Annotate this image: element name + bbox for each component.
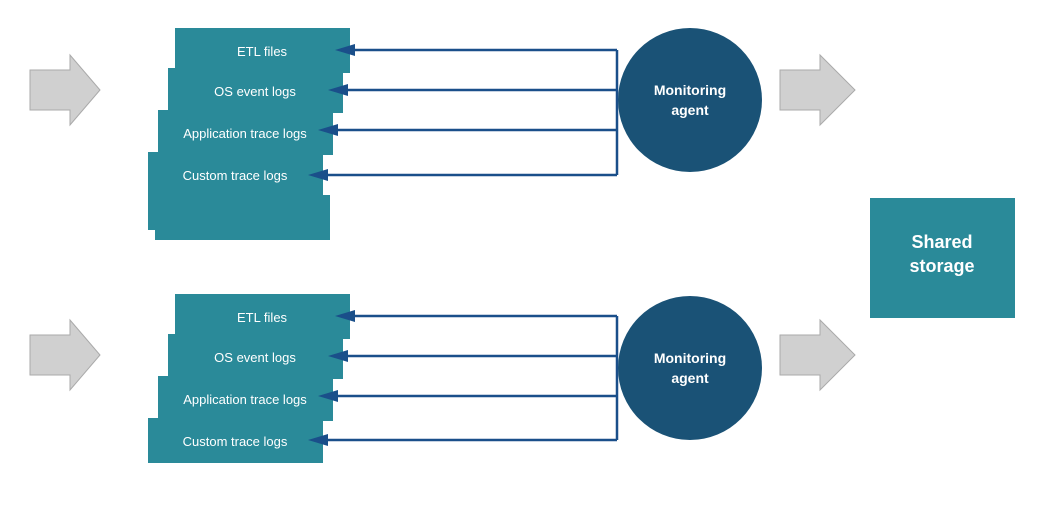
arrowhead-custom-1 (308, 169, 328, 181)
arrowhead-etl-2 (335, 310, 355, 322)
app-box-1 (158, 110, 333, 155)
etl-box-2 (175, 294, 350, 339)
etl-label-1: ETL files (237, 44, 288, 59)
arrowhead-os-2 (328, 350, 348, 362)
agent-label-2a: Monitoring (654, 350, 726, 366)
app-label-1: Application trace logs (183, 126, 307, 141)
arrowhead-custom-2 (308, 434, 328, 446)
agent-label-1b: agent (671, 102, 709, 118)
os-label-2: OS event logs (214, 350, 296, 365)
os-label-1: OS event logs (214, 84, 296, 99)
agent-circle-2 (618, 296, 762, 440)
shared-storage-label-1: Shared (911, 232, 972, 252)
etl-box-1 (175, 28, 350, 73)
arrowhead-etl-1 (335, 44, 355, 56)
connectors-svg: ETL files OS event logs Application trac… (0, 0, 1037, 516)
arrowhead-app-2 (318, 390, 338, 402)
agent-label-2b: agent (671, 370, 709, 386)
etl-label-2: ETL files (237, 310, 288, 325)
output-arrow-top (780, 55, 855, 125)
custom-box-1 (148, 152, 323, 197)
os-box-2 (168, 334, 343, 379)
log-stack-mid1-1 (148, 185, 323, 230)
custom-label-1: Custom trace logs (183, 168, 288, 183)
input-arrow-bottom (30, 320, 100, 390)
agent-label-1a: Monitoring (654, 82, 726, 98)
os-box-1 (168, 68, 343, 113)
shared-storage-box (870, 198, 1015, 318)
log-stack-back-1 (155, 195, 330, 240)
custom-box-2 (148, 418, 323, 463)
arrowhead-os-1 (328, 84, 348, 96)
input-arrow-top (30, 55, 100, 125)
output-arrow-bottom (780, 320, 855, 390)
custom-label-2: Custom trace logs (183, 434, 288, 449)
arrowhead-app-1 (318, 124, 338, 136)
app-box-2 (158, 376, 333, 421)
app-label-2: Application trace logs (183, 392, 307, 407)
diagram: ETL files OS event logs Application trac… (0, 0, 1037, 516)
shared-storage-label-2: storage (909, 256, 974, 276)
agent-circle-1 (618, 28, 762, 172)
